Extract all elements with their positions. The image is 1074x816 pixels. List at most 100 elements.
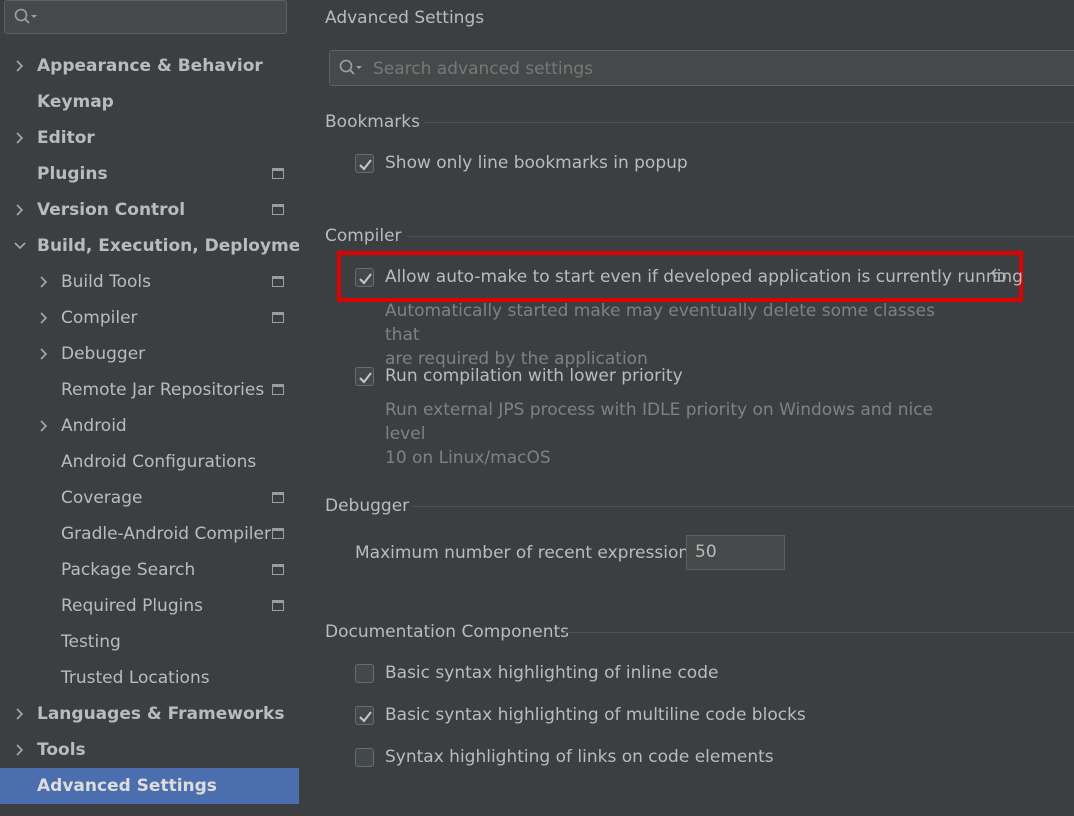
project-level-icon (272, 528, 284, 539)
sidebar-item-label: Testing (61, 632, 121, 652)
project-level-icon (272, 384, 284, 395)
checkmark-icon (359, 372, 372, 384)
description-line: Run external JPS process with IDLE prior… (385, 400, 934, 444)
checkbox-inline-code[interactable] (355, 664, 374, 683)
section-divider (564, 632, 1074, 633)
checkmark-icon (359, 159, 372, 171)
sidebar-item-android[interactable]: Android (0, 408, 299, 444)
section-divider (424, 122, 1074, 123)
project-level-icon (272, 492, 284, 503)
description-line: Automatically started make may eventuall… (385, 301, 935, 345)
sidebar-item-label: Remote Jar Repositories (61, 380, 265, 400)
sidebar-item-build-tools[interactable]: Build Tools (0, 264, 299, 300)
checkbox-multiline-code[interactable] (355, 706, 374, 725)
chevron-right-icon[interactable] (37, 336, 51, 372)
sidebar-item-version-control[interactable]: Version Control (0, 192, 299, 228)
sidebar-item-compiler[interactable]: Compiler (0, 300, 299, 336)
section-divider (413, 506, 1074, 507)
recent-expressions-label: Maximum number of recent expressions: (355, 543, 704, 563)
checkbox-auto-make[interactable] (355, 268, 374, 287)
project-level-icon (272, 276, 284, 287)
sidebar-item-appearance-behavior[interactable]: Appearance & Behavior (0, 48, 299, 84)
search-placeholder: Search advanced settings (373, 59, 594, 79)
checkbox-label: Run compilation with lower priority (385, 366, 683, 386)
reset-icon[interactable] (988, 265, 1008, 285)
sidebar-item-advanced-settings[interactable]: Advanced Settings (0, 768, 299, 804)
sidebar-item-required-plugins[interactable]: Required Plugins (0, 588, 299, 624)
sidebar-item-label: Trusted Locations (61, 668, 210, 688)
checkbox-code-links[interactable] (355, 748, 374, 767)
sidebar-item-label: Debugger (61, 344, 146, 364)
checkmark-icon (359, 273, 372, 285)
sidebar-item-label: Version Control (37, 200, 186, 220)
description-line: 10 on Linux/macOS (385, 448, 551, 468)
sidebar-item-testing[interactable]: Testing (0, 624, 299, 660)
chevron-right-icon[interactable] (13, 732, 27, 768)
search-icon (14, 8, 38, 30)
section-header-bookmarks: Bookmarks (325, 112, 420, 132)
checkmark-icon (359, 711, 372, 723)
chevron-down-icon[interactable] (13, 228, 27, 264)
option-description: Run external JPS process with IDLE prior… (385, 398, 945, 470)
sidebar-item-label: Required Plugins (61, 596, 203, 616)
chevron-right-icon[interactable] (37, 264, 51, 300)
section-header-compiler: Compiler (325, 226, 402, 246)
sidebar-item-package-search[interactable]: Package Search (0, 552, 299, 588)
sidebar-item-label: Editor (37, 128, 95, 148)
project-level-icon (272, 564, 284, 575)
sidebar-item-label: Android (61, 416, 127, 436)
sidebar-item-label: Appearance & Behavior (37, 56, 263, 76)
recent-expressions-field[interactable]: 50 (686, 535, 785, 570)
sidebar-item-trusted-locations[interactable]: Trusted Locations (0, 660, 299, 696)
sidebar-item-label: Compiler (61, 308, 138, 328)
sidebar-item-android-configurations[interactable]: Android Configurations (0, 444, 299, 480)
section-header-documentation: Documentation Components (325, 622, 570, 642)
project-level-icon (272, 204, 284, 215)
sidebar-item-debugger[interactable]: Debugger (0, 336, 299, 372)
sidebar-item-editor[interactable]: Editor (0, 120, 299, 156)
section-divider (407, 236, 1074, 237)
sidebar-item-label: Keymap (37, 92, 114, 112)
sidebar-item-label: Build Tools (61, 272, 151, 292)
sidebar-item-label: Build, Execution, Deployment (37, 236, 321, 256)
settings-sidebar: Appearance & Behavior Keymap Editor Plugins… (0, 0, 321, 816)
settings-nav-tree: Appearance & Behavior Keymap Editor Plugins… (0, 48, 321, 804)
sidebar-item-label: Languages & Frameworks (37, 704, 285, 724)
checkbox-line-bookmarks[interactable] (355, 154, 374, 173)
sidebar-item-label: Tools (37, 740, 86, 760)
sidebar-item-languages-frameworks[interactable]: Languages & Frameworks (0, 696, 299, 732)
sidebar-item-label: Advanced Settings (37, 776, 217, 796)
chevron-right-icon[interactable] (13, 120, 27, 156)
advanced-settings-search-input[interactable]: Search advanced settings (329, 50, 1074, 86)
sidebar-item-label: Android Configurations (61, 452, 257, 472)
sidebar-item-plugins[interactable]: Plugins (0, 156, 299, 192)
chevron-right-icon[interactable] (13, 192, 27, 228)
chevron-right-icon[interactable] (13, 48, 27, 84)
sidebar-item-build-execution-deployment[interactable]: Build, Execution, Deployment (0, 228, 321, 264)
sidebar-item-label: Gradle-Android Compiler (61, 524, 271, 544)
checkbox-label: Basic syntax highlighting of multiline c… (385, 705, 806, 725)
sidebar-item-gradle-android-compiler[interactable]: Gradle-Android Compiler (0, 516, 299, 552)
page-title: Advanced Settings (325, 8, 485, 28)
sidebar-item-keymap[interactable]: Keymap (0, 84, 299, 120)
search-icon (339, 59, 363, 81)
sidebar-search-input[interactable] (4, 0, 287, 34)
checkbox-label: Basic syntax highlighting of inline code (385, 663, 719, 683)
sidebar-item-remote-jar-repositories[interactable]: Remote Jar Repositories (0, 372, 299, 408)
chevron-right-icon[interactable] (37, 300, 51, 336)
option-description: Automatically started make may eventuall… (385, 299, 945, 371)
sidebar-item-tools[interactable]: Tools (0, 732, 299, 768)
sidebar-item-coverage[interactable]: Coverage (0, 480, 299, 516)
section-header-debugger: Debugger (325, 496, 410, 516)
checkbox-lower-priority[interactable] (355, 367, 374, 386)
project-level-icon (272, 312, 284, 323)
project-level-icon (272, 168, 284, 179)
sidebar-item-label: Plugins (37, 164, 108, 184)
chevron-right-icon[interactable] (13, 696, 27, 732)
sidebar-item-label: Package Search (61, 560, 196, 580)
checkbox-label: Syntax highlighting of links on code ele… (385, 747, 774, 767)
checkbox-label: Show only line bookmarks in popup (385, 153, 688, 173)
sidebar-item-label: Coverage (61, 488, 143, 508)
checkbox-label: Allow auto-make to start even if develop… (385, 267, 1023, 287)
chevron-right-icon[interactable] (37, 408, 51, 444)
